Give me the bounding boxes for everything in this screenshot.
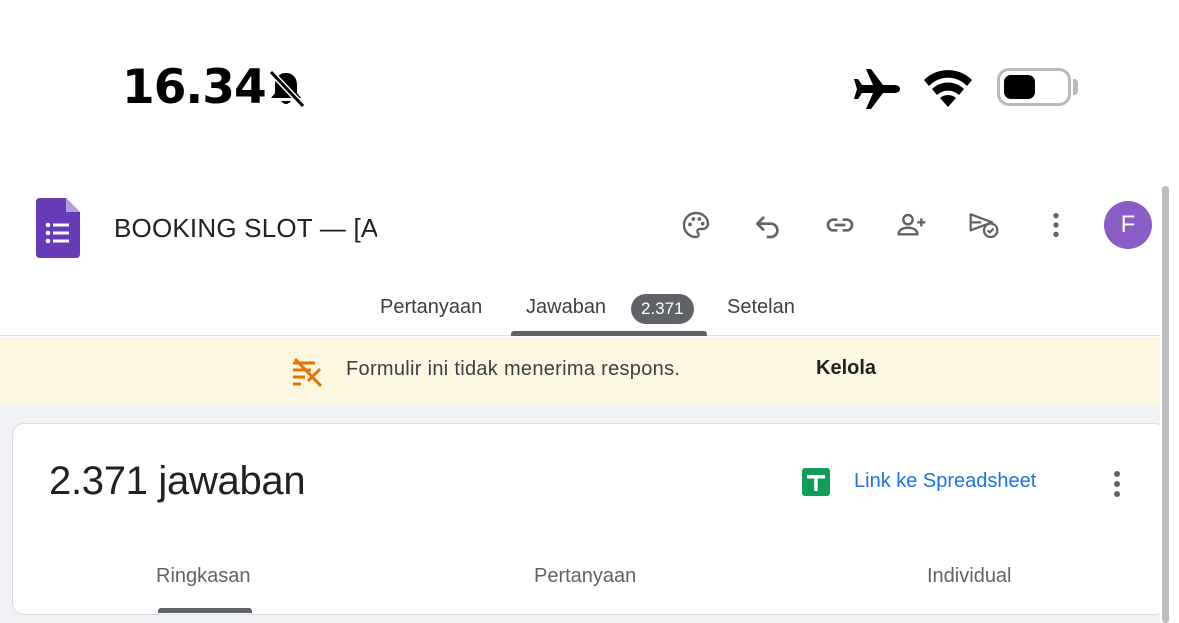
undo-icon[interactable] bbox=[745, 202, 791, 248]
more-vert-icon[interactable] bbox=[1033, 202, 1079, 248]
active-subtab-indicator bbox=[158, 608, 252, 613]
tab-pertanyaan[interactable]: Pertanyaan bbox=[380, 296, 482, 319]
battery-icon bbox=[997, 68, 1071, 106]
subtab-individual[interactable]: Individual bbox=[927, 565, 1012, 588]
scrollbar-thumb[interactable] bbox=[1162, 186, 1169, 623]
more-vert-icon[interactable] bbox=[1100, 466, 1134, 502]
google-forms-screen: 16.34 BOOKING SLOT — [AREA] bbox=[0, 0, 1179, 623]
link-icon[interactable] bbox=[817, 202, 863, 248]
manage-button[interactable]: Kelola bbox=[816, 357, 876, 380]
link-to-sheets[interactable]: Link ke Spreadsheet bbox=[854, 470, 1036, 493]
subtab-pertanyaan[interactable]: Pertanyaan bbox=[534, 565, 636, 588]
battery-level bbox=[1004, 75, 1035, 99]
avatar[interactable]: F bbox=[1104, 201, 1152, 249]
banner-message: Formulir ini tidak menerima respons. bbox=[346, 358, 681, 380]
active-tab-indicator bbox=[511, 331, 707, 336]
sheets-icon[interactable] bbox=[801, 467, 831, 497]
subtab-ringkasan[interactable]: Ringkasan bbox=[156, 565, 251, 588]
send-icon[interactable] bbox=[961, 202, 1007, 248]
airplane-mode-icon bbox=[854, 69, 900, 109]
google-forms-icon[interactable] bbox=[36, 198, 80, 258]
add-collaborator-icon[interactable] bbox=[889, 202, 935, 248]
bell-muted-icon bbox=[268, 69, 306, 109]
status-time: 16.34 bbox=[122, 60, 267, 115]
tab-jawaban[interactable]: Jawaban bbox=[526, 296, 606, 319]
tab-setelan[interactable]: Setelan bbox=[727, 296, 795, 319]
wifi-icon bbox=[924, 70, 972, 107]
responses-off-icon bbox=[293, 357, 323, 388]
battery-tip bbox=[1073, 79, 1078, 95]
form-title[interactable]: BOOKING SLOT — [AREA] bbox=[114, 213, 377, 249]
response-count-badge: 2.371 bbox=[631, 294, 694, 324]
response-count-heading: 2.371 jawaban bbox=[49, 459, 306, 503]
palette-icon[interactable] bbox=[673, 202, 719, 248]
